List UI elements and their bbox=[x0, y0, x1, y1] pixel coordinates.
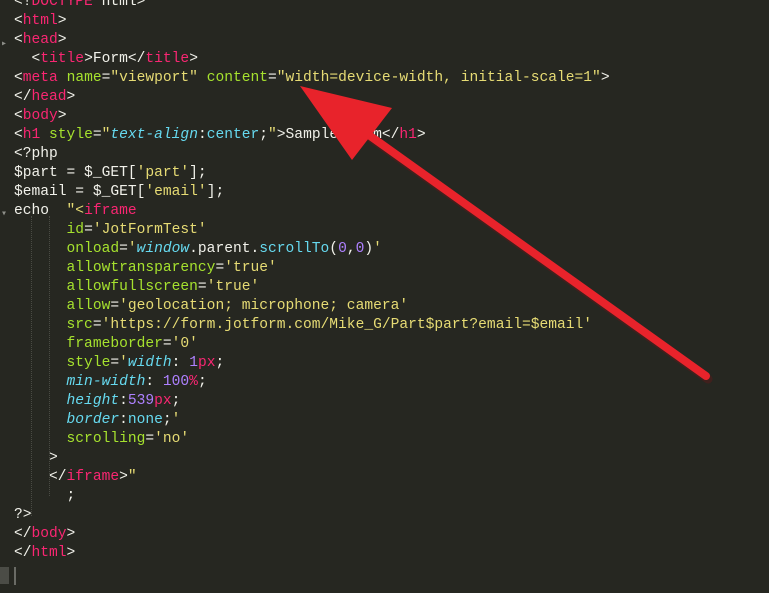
red-arrow-annotation bbox=[300, 86, 713, 384]
arrow-head bbox=[300, 86, 392, 160]
arrow-shaft bbox=[341, 114, 710, 380]
